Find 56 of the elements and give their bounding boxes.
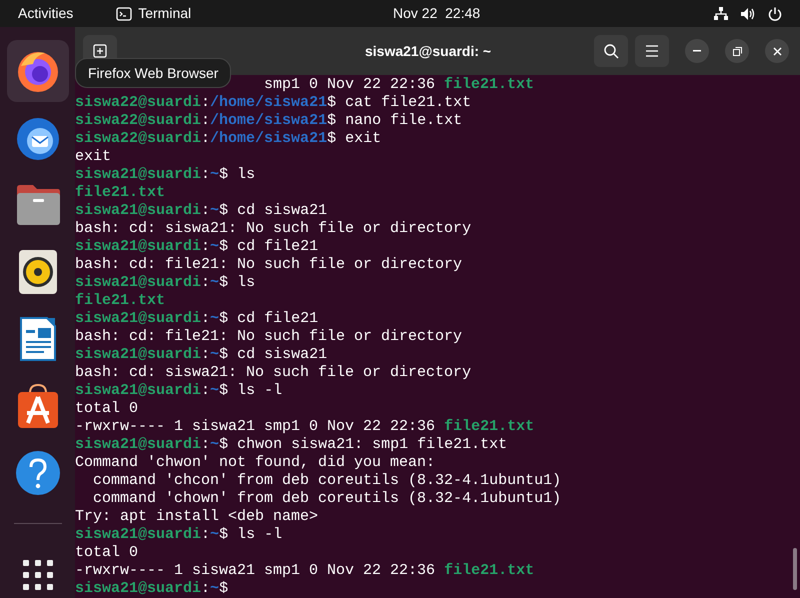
terminal-line: file21.txt xyxy=(75,184,166,202)
terminal-line: siswa21@suardi:~$ ls xyxy=(75,274,256,292)
terminal-line: siswa21@suardi:~$ cd siswa21 xyxy=(75,202,328,220)
terminal-line: siswa22@suardi:/home/siswa21$ cat file21.txt xyxy=(75,94,472,112)
terminal-line: siswa21@suardi:~$ chwon siswa21: smp1 file21.txt xyxy=(75,436,508,454)
terminal-line: siswa21@suardi:~$ ls -l xyxy=(75,382,282,400)
folder-icon xyxy=(14,184,60,226)
clock[interactable]: Nov 22 22:48 xyxy=(393,3,480,24)
terminal-line: -rwxrw---- 1 siswa21 smp1 0 Nov 22 22:36 file21.txt xyxy=(75,562,534,580)
terminal-line: bash: cd: siswa21: No such file or directory xyxy=(75,364,472,382)
terminal-line: siswa21@suardi:~$ ls -l xyxy=(75,526,282,544)
terminal-line: file21.txt xyxy=(75,292,166,310)
close-icon xyxy=(772,46,782,56)
terminal-line: bash: cd: file21: No such file or directory xyxy=(75,328,462,346)
minimize-icon xyxy=(693,50,701,52)
terminal-line: siswa22@suardi:/home/siswa21$ exit xyxy=(75,130,382,148)
terminal-line: siswa21@suardi:~$ ls xyxy=(75,166,256,184)
terminal-line: command 'chown' from deb coreutils (8.32-4.1ubuntu1) xyxy=(92,490,562,508)
terminal-line: Command 'chwon' not found, did you mean: xyxy=(75,454,436,472)
activities-button[interactable]: Activities xyxy=(18,3,74,24)
maximize-button[interactable] xyxy=(725,39,749,63)
terminal-line: siswa21@suardi:~$ cd siswa21 xyxy=(75,346,328,364)
menu-button[interactable] xyxy=(635,35,669,67)
app-menu[interactable]: Terminal xyxy=(138,3,192,24)
terminal-line: command 'chcon' from deb coreutils (8.32-4.1ubuntu1) xyxy=(92,472,562,490)
help-icon xyxy=(14,450,60,496)
power-icon[interactable] xyxy=(768,6,782,20)
minimize-button[interactable] xyxy=(685,39,709,63)
terminal-line: -rwxrw---- 1 siswa21 smp1 0 Nov 22 22:36 file21.txt xyxy=(75,418,534,436)
speaker-icon xyxy=(18,249,58,295)
terminal-line: total 0 xyxy=(75,400,138,418)
scrollbar[interactable] xyxy=(793,548,797,590)
tooltip: Firefox Web Browser xyxy=(75,58,232,88)
search-icon xyxy=(603,43,619,59)
volume-icon[interactable] xyxy=(740,6,756,20)
menu-icon xyxy=(645,45,659,57)
new-tab-icon xyxy=(93,44,107,58)
restore-icon xyxy=(732,46,742,56)
terminal-line: bash: cd: siswa21: No such file or directory xyxy=(75,220,472,238)
terminal-line: smp1 0 Nov 22 22:36 file21.txt xyxy=(264,76,534,94)
terminal-line: bash: cd: file21: No such file or directory xyxy=(75,256,462,274)
network-icon[interactable] xyxy=(714,7,728,20)
search-button[interactable] xyxy=(594,35,628,67)
terminal-line: siswa21@suardi:~$ xyxy=(75,580,228,598)
grid-icon xyxy=(22,560,52,590)
terminal-line: siswa22@suardi:/home/siswa21$ nano file.txt xyxy=(75,112,462,130)
dock-app[interactable] xyxy=(6,40,68,102)
close-button[interactable] xyxy=(765,39,789,63)
terminal-line: Try: apt install <deb name> xyxy=(75,508,318,526)
terminal-line: siswa21@suardi:~$ cd file21 xyxy=(75,238,318,256)
terminal-line: siswa21@suardi:~$ cd file21 xyxy=(75,310,318,328)
terminal-icon xyxy=(116,6,132,20)
terminal-line: exit xyxy=(75,148,112,166)
document-icon xyxy=(18,316,56,362)
terminal-line: total 0 xyxy=(75,544,138,562)
window-title: siswa21@suardi: ~ xyxy=(365,42,492,60)
